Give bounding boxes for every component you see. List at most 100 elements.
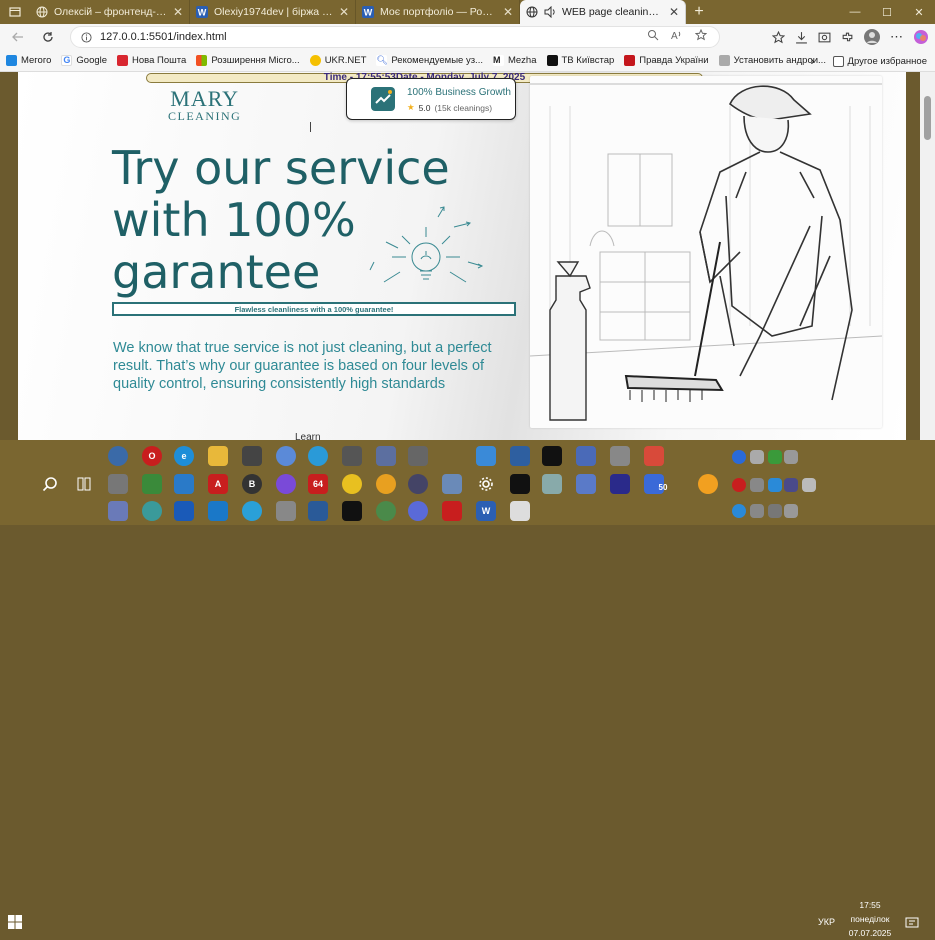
bookmark-recommended[interactable]: 🔍︎ Рекомендуемые уз... [376, 55, 483, 66]
globe-app-icon[interactable] [142, 501, 162, 521]
radiation-app-icon[interactable] [342, 474, 362, 494]
antivirus-icon[interactable] [732, 478, 746, 492]
task-view-icon[interactable] [74, 474, 94, 494]
tablet-app-icon[interactable] [442, 474, 462, 494]
bookmark-ukrnet[interactable]: UKR.NET [309, 55, 366, 66]
volume-icon[interactable] [768, 504, 782, 518]
read-aloud-icon[interactable]: A [671, 29, 683, 41]
flash-app-icon[interactable] [442, 501, 462, 521]
photo-app-icon[interactable] [576, 446, 596, 466]
tray-app-2-icon[interactable] [802, 478, 816, 492]
vscode-icon[interactable] [208, 501, 228, 521]
tool-app-icon[interactable] [476, 446, 496, 466]
computer-app-icon[interactable] [108, 501, 128, 521]
window-close-button[interactable]: ✕ [903, 0, 935, 24]
tab-actions-button[interactable] [0, 0, 30, 24]
company-logo[interactable]: MARY CLEANING [168, 86, 241, 124]
language-indicator[interactable]: УКР [818, 917, 835, 927]
maximize-button[interactable]: ☐ [871, 0, 903, 24]
favorites-icon[interactable] [772, 30, 785, 44]
chromium-icon[interactable] [276, 446, 296, 466]
bookmark-microsoft[interactable]: Розширення Micro... [196, 55, 300, 66]
settings-gear-icon[interactable] [476, 474, 496, 494]
aida64-icon[interactable]: 64 [308, 474, 328, 494]
edge-icon[interactable]: e [174, 446, 194, 466]
chrome-app-icon[interactable] [108, 446, 128, 466]
other-bookmarks[interactable]: Другое избранное [832, 55, 927, 67]
bookmark-mezha[interactable]: M Mezha [492, 55, 537, 66]
reload-button[interactable] [36, 26, 60, 48]
profile-avatar[interactable] [864, 29, 880, 45]
book-app-icon[interactable] [542, 474, 562, 494]
tray-app-icon[interactable] [750, 450, 764, 464]
copilot-icon[interactable] [913, 29, 929, 45]
store-app-icon[interactable] [510, 501, 530, 521]
close-icon[interactable]: ✕ [339, 5, 349, 19]
audio-tray-icon[interactable] [750, 478, 764, 492]
usb-icon[interactable] [784, 450, 798, 464]
more-menu-button[interactable]: ⋯ [890, 29, 903, 45]
network-2-app-icon[interactable] [308, 501, 328, 521]
shield-icon[interactable] [732, 504, 746, 518]
drive-2-app-icon[interactable] [276, 501, 296, 521]
new-tab-button[interactable]: + [686, 0, 712, 24]
bookmark-kyivstar-tv[interactable]: ТВ Київстар [546, 55, 614, 66]
cloud-icon[interactable] [768, 478, 782, 492]
drive-tray-icon[interactable] [768, 450, 782, 464]
terminal-icon[interactable] [542, 446, 562, 466]
monitor-app-icon[interactable] [510, 446, 530, 466]
cube-app-icon[interactable] [342, 446, 362, 466]
display-icon[interactable] [784, 478, 798, 492]
favorite-star-icon[interactable] [695, 29, 707, 41]
close-icon[interactable]: ✕ [173, 5, 183, 19]
viber-icon[interactable] [276, 474, 296, 494]
media-app-icon[interactable] [242, 446, 262, 466]
flag-app-icon[interactable] [174, 501, 194, 521]
bookmark-pravda[interactable]: Правда України [624, 55, 709, 66]
tab-freelance[interactable]: W Olexiy1974dev | біржа фріланс... ✕ [190, 0, 356, 24]
cube-app-2-icon[interactable] [408, 446, 428, 466]
drive-app-icon[interactable] [610, 446, 630, 466]
network-app-icon[interactable] [376, 446, 396, 466]
learn-more-button[interactable]: Learn [295, 432, 321, 440]
bluetooth-icon[interactable] [732, 450, 746, 464]
scrollbar-thumb[interactable] [924, 96, 931, 140]
chevron-right-icon[interactable]: › [811, 54, 815, 68]
puzzle-app-icon[interactable] [142, 474, 162, 494]
bookmark-nova-poshta[interactable]: Нова Пошта [117, 55, 186, 66]
info-icon[interactable] [81, 31, 92, 43]
battery-icon[interactable] [784, 504, 798, 518]
tab-cleaning[interactable]: WEB page cleaning company ✕ [520, 0, 686, 24]
word-app-icon[interactable]: W [476, 501, 496, 521]
bookmark-megogo[interactable]: Мегого [6, 55, 51, 66]
address-bar[interactable]: 127.0.0.1:5501/index.html A [70, 26, 720, 48]
tab-oleksiy[interactable]: Олексій – фронтенд-розробник ✕ [30, 0, 190, 24]
cmd-icon[interactable] [342, 501, 362, 521]
chrome-2-icon[interactable] [376, 501, 396, 521]
telegram-icon[interactable] [242, 501, 262, 521]
wifi-icon[interactable] [750, 504, 764, 518]
opera-icon[interactable]: O [142, 446, 162, 466]
acrobat-icon[interactable]: A [208, 474, 228, 494]
notifications-icon[interactable] [905, 916, 919, 935]
phone-app-icon[interactable] [576, 474, 596, 494]
tray-orange-icon[interactable] [698, 474, 718, 494]
b-app-icon[interactable]: B [242, 474, 262, 494]
extensions-icon[interactable] [841, 31, 854, 44]
start-button[interactable] [8, 915, 22, 934]
system-clock[interactable]: 17:55 понеділок 07.07.2025 [840, 898, 900, 940]
close-icon[interactable]: ✕ [669, 5, 679, 19]
search-icon[interactable] [40, 474, 60, 494]
page-scrollbar[interactable] [920, 72, 935, 440]
discord-icon[interactable] [408, 501, 428, 521]
pencil-app-icon[interactable] [308, 446, 328, 466]
file-explorer-icon[interactable] [208, 446, 228, 466]
download-icon[interactable] [795, 31, 808, 44]
floppy-app-icon[interactable] [610, 474, 630, 494]
bookmark-google[interactable]: G Google [61, 55, 107, 66]
console-icon[interactable] [510, 474, 530, 494]
back-button[interactable] [6, 26, 30, 48]
speaker-icon[interactable] [544, 6, 556, 18]
close-icon[interactable]: ✕ [503, 5, 513, 19]
tab-portfolio[interactable]: W Моє портфоліо — Робота #1 — ✕ [356, 0, 520, 24]
